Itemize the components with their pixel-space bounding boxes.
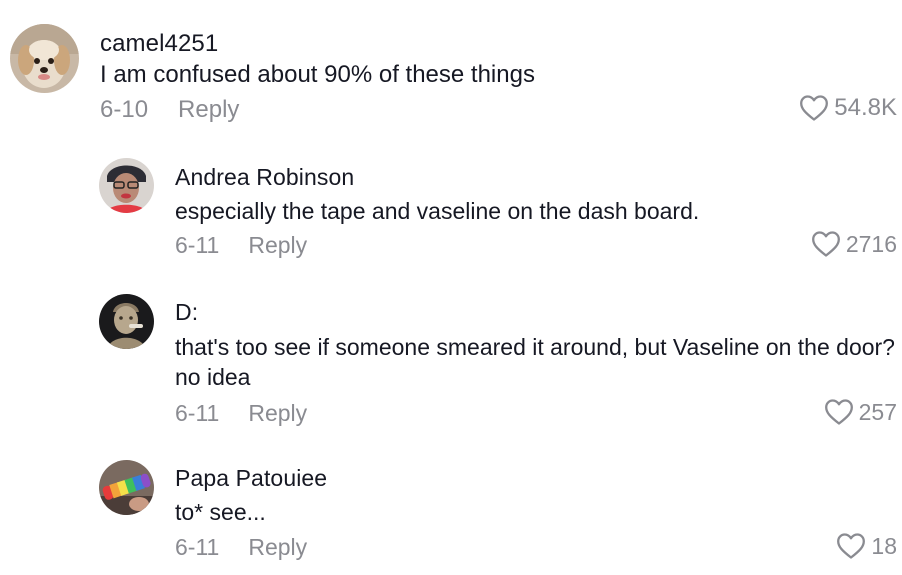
heart-outline-icon bbox=[824, 399, 853, 425]
comment-date: 6-11 bbox=[175, 400, 220, 426]
comment-username[interactable]: camel4251 bbox=[100, 30, 218, 58]
like-count: 18 bbox=[871, 532, 897, 559]
comment-date: 6-11 bbox=[175, 232, 220, 258]
like-button[interactable]: 2716 bbox=[811, 230, 897, 258]
avatar[interactable] bbox=[10, 24, 79, 93]
statue-avatar-icon bbox=[99, 294, 154, 349]
comment-meta: 6-11 Reply bbox=[175, 400, 307, 427]
like-button[interactable]: 257 bbox=[824, 398, 897, 426]
like-count: 2716 bbox=[845, 230, 897, 257]
comment-username[interactable]: D: bbox=[175, 299, 198, 326]
comment-username[interactable]: Andrea Robinson bbox=[175, 164, 354, 191]
rainbow-avatar-icon bbox=[99, 460, 154, 515]
like-count: 257 bbox=[858, 398, 897, 425]
comment-meta: 6-11 Reply bbox=[175, 534, 307, 561]
comment-text: to* see... bbox=[175, 499, 266, 525]
comment-date: 6-10 bbox=[100, 96, 149, 123]
comment-text: I am confused about 90% of these things bbox=[100, 61, 535, 88]
like-button[interactable]: 54.8K bbox=[799, 94, 897, 122]
like-button[interactable]: 18 bbox=[836, 532, 897, 560]
comment-thread: camel4251 I am confused about 90% of the… bbox=[0, 0, 902, 575]
avatar[interactable] bbox=[99, 158, 154, 213]
avatar[interactable] bbox=[99, 460, 154, 515]
heart-outline-icon bbox=[837, 533, 866, 559]
reply-button[interactable]: Reply bbox=[248, 400, 307, 427]
comment-text: especially the tape and vaseline on the … bbox=[175, 198, 700, 224]
comment-date: 6-11 bbox=[175, 534, 220, 560]
comment-username[interactable]: Papa Patouiee bbox=[175, 465, 327, 492]
heart-outline-icon bbox=[811, 231, 840, 257]
like-count: 54.8K bbox=[834, 94, 897, 121]
dog-avatar-icon bbox=[10, 24, 79, 93]
reply-button[interactable]: Reply bbox=[248, 232, 307, 259]
comment-text: that's too see if someone smeared it aro… bbox=[175, 334, 895, 390]
reply-button[interactable]: Reply bbox=[248, 534, 307, 561]
comment-meta: 6-11 Reply bbox=[175, 232, 307, 259]
comment-meta: 6-10 Reply bbox=[100, 96, 239, 124]
reply-button[interactable]: Reply bbox=[178, 96, 239, 124]
heart-outline-icon bbox=[800, 95, 829, 121]
person-avatar-icon bbox=[99, 158, 154, 213]
avatar[interactable] bbox=[99, 294, 154, 349]
